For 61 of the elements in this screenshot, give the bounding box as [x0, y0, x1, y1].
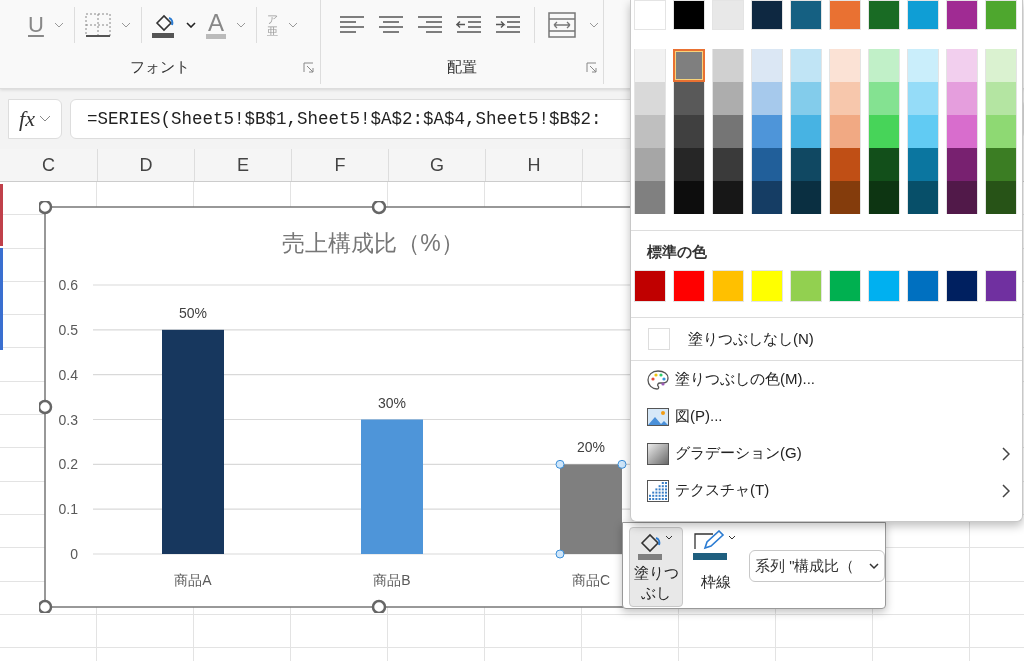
borders-icon[interactable] [84, 13, 111, 37]
column-header[interactable]: G [389, 149, 486, 181]
axis-label: 0 [70, 546, 78, 562]
column-header[interactable]: H [486, 149, 583, 181]
axis-label: 0.2 [58, 456, 78, 473]
column-header[interactable]: F [292, 149, 389, 181]
insert-function-button[interactable]: fx [8, 99, 62, 139]
group-label: 配置 [447, 57, 477, 77]
caret-icon[interactable] [185, 22, 196, 28]
dialog-launcher-icon[interactable] [586, 62, 597, 73]
data-label: 20% [577, 439, 605, 456]
category-label: 商品C [571, 572, 611, 588]
outline-button[interactable]: 枠線 [691, 527, 741, 607]
series-dropdown[interactable]: 系列 "構成比（ [749, 550, 885, 582]
menu-item[interactable]: 塗りつぶしの色(M)... [631, 361, 1022, 398]
decrease-indent-icon[interactable] [456, 15, 482, 35]
empty-swatch-icon [648, 328, 670, 350]
menu-item[interactable]: 塗りつぶしなし(N) [631, 318, 1022, 360]
image-icon [647, 407, 669, 426]
palette-icon [647, 368, 669, 391]
selection-handle[interactable] [617, 459, 627, 469]
axis-label: 0.4 [58, 366, 78, 383]
texture-icon [647, 479, 669, 502]
data-label: 50% [179, 304, 207, 321]
category-label: 商品A [174, 572, 212, 588]
axis-label: 0.6 [58, 277, 78, 293]
selection-handle[interactable] [555, 459, 565, 469]
group-label: フォント [130, 57, 190, 77]
bar-chart[interactable]: 売上構成比（%） 0 0.1 0.2 0.3 0.4 0.5 0.6 50% 商品A 30% 商品B 20% 商品C [39, 201, 630, 613]
section-heading: 標準の色 [646, 242, 707, 262]
color-swatch[interactable] [673, 49, 705, 82]
category-label: 商品B [373, 572, 411, 588]
axis-label: 0.5 [58, 321, 78, 338]
data-label: 30% [378, 394, 406, 411]
column-header[interactable]: D [98, 149, 195, 181]
resize-handle[interactable] [371, 201, 387, 215]
range-highlight [0, 184, 3, 246]
dialog-launcher-icon[interactable] [303, 62, 314, 73]
axis-label: 0.3 [58, 411, 78, 428]
caret-icon [38, 115, 51, 123]
menu-item[interactable]: 図(P)... [631, 398, 1022, 435]
menu-item[interactable]: グラデーション(G) [631, 435, 1022, 472]
axis-label: 0.1 [58, 501, 78, 518]
resize-handle[interactable] [39, 201, 53, 215]
align-icon[interactable] [417, 15, 443, 35]
fill-button[interactable]: 塗りつぶし [629, 527, 683, 607]
resize-handle[interactable] [39, 599, 53, 613]
column-header[interactable]: C [0, 149, 98, 181]
caret-icon [869, 562, 879, 570]
fill-bucket-icon[interactable] [151, 12, 176, 38]
resize-handle[interactable] [371, 599, 387, 613]
selection-handle[interactable] [555, 549, 565, 559]
resize-handle[interactable] [39, 399, 53, 415]
align-icon[interactable] [339, 15, 365, 35]
chart-title: 売上構成比（%） [282, 230, 464, 256]
menu-item[interactable]: テクスチャ(T) [631, 472, 1022, 509]
gradient-icon [647, 442, 669, 465]
increase-indent-icon[interactable] [495, 15, 521, 35]
align-icon[interactable] [378, 15, 404, 35]
merge-cells-icon[interactable] [548, 12, 576, 38]
column-header[interactable]: E [195, 149, 292, 181]
